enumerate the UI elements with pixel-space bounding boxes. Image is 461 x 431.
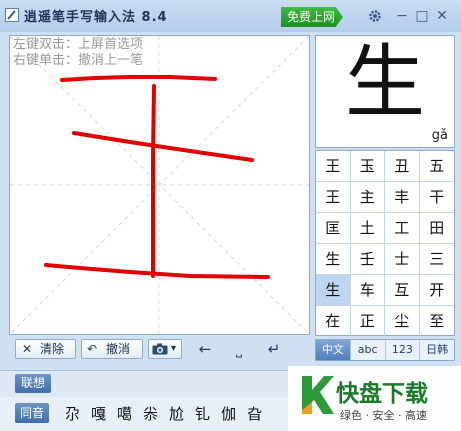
candidate-cell[interactable]: 士	[385, 244, 420, 275]
chevron-down-icon: ▾	[171, 343, 177, 354]
stroke-1	[60, 75, 217, 82]
homophone-char[interactable]: 伽	[221, 403, 236, 425]
candidate-cell[interactable]: 三	[419, 244, 454, 275]
handwriting-ime-window: 逍遥笔手写输入法 8.4 免费上网 − □ ✕ 左键双击：上屏首选项 右键单击：…	[0, 0, 461, 431]
candidate-cell[interactable]: 五	[419, 151, 454, 182]
candidate-cell[interactable]: 正	[351, 306, 385, 336]
candidate-cell[interactable]: 工	[385, 213, 420, 244]
pad-hint: 左键双击：上屏首选项 右键单击：撤消上一笔	[13, 37, 143, 69]
candidate-cell[interactable]: 车	[350, 275, 385, 306]
settings-gear-icon[interactable]	[367, 8, 383, 24]
candidate-cell[interactable]: 主	[350, 182, 385, 213]
app-icon	[5, 8, 19, 22]
free-online-button[interactable]: 免费上网	[281, 7, 343, 27]
undo-button[interactable]: ↶ 撤消	[81, 339, 143, 359]
stroke-2	[151, 84, 156, 278]
site-watermark: 快盘下载 绿色 · 安全 · 高速	[288, 366, 461, 431]
undo-label: 撤消	[106, 342, 131, 356]
candidate-cell[interactable]: 王	[316, 151, 351, 182]
clear-button[interactable]: ✕ 清除	[15, 339, 76, 359]
candidate-cell[interactable]: 尘	[385, 306, 420, 336]
association-button[interactable]: 联想	[15, 374, 52, 393]
handwriting-pad[interactable]: 左键双击：上屏首选项 右键单击：撤消上一笔	[9, 35, 310, 335]
stroke-3	[72, 131, 254, 162]
candidate-cell[interactable]: 生	[316, 275, 351, 306]
minimize-button[interactable]: −	[394, 8, 410, 24]
candidate-cell[interactable]: 匡	[316, 213, 351, 244]
candidate-cell[interactable]: 丰	[385, 182, 420, 213]
candidate-cell[interactable]: 生	[316, 244, 351, 275]
candidate-cell[interactable]: 王	[316, 182, 351, 213]
candidate-cell[interactable]: 丑	[385, 151, 420, 182]
undo-icon: ↶	[87, 342, 98, 356]
maximize-button[interactable]: □	[414, 8, 430, 24]
homophone-char[interactable]: 尕	[65, 403, 80, 425]
homophone-char[interactable]: 钆	[195, 403, 210, 425]
candidate-cell[interactable]: 开	[419, 275, 454, 306]
stroke-canvas[interactable]	[10, 36, 309, 334]
mode-japanese-korean[interactable]: 日韩	[420, 340, 454, 360]
enter-icon[interactable]: ↵	[262, 339, 286, 359]
window-title: 逍遥笔手写输入法 8.4	[24, 10, 168, 25]
watermark-title: 快盘下载	[336, 381, 428, 407]
homophone-char[interactable]: 尜	[143, 403, 158, 425]
candidate-cell[interactable]: 干	[419, 182, 454, 213]
homophone-button[interactable]: 同音	[15, 403, 50, 423]
candidate-cell[interactable]: 玉	[350, 151, 385, 182]
mode-abc[interactable]: abc	[351, 340, 386, 360]
homophone-char[interactable]: 嘎	[91, 403, 106, 425]
stroke-4	[44, 263, 270, 279]
mode-bar: 中文 abc 123 日韩	[315, 339, 455, 361]
hint-line-2: 右键单击：撤消上一笔	[13, 53, 144, 68]
title-bar[interactable]: 逍遥笔手写输入法 8.4 免费上网 − □ ✕	[0, 0, 461, 32]
hint-line-1: 左键双击：上屏首选项	[13, 37, 144, 52]
close-x-icon: ✕	[22, 342, 33, 356]
mode-chinese[interactable]: 中文	[316, 340, 351, 360]
camera-icon	[152, 343, 168, 355]
candidate-cell[interactable]: 至	[420, 306, 455, 336]
candidate-cell[interactable]: 田	[419, 213, 454, 244]
homophone-char[interactable]: 噶	[117, 403, 132, 425]
candidate-cell[interactable]: 在	[316, 306, 351, 336]
homophone-char[interactable]: 旮	[247, 403, 262, 425]
watermark-subtitle: 绿色 · 安全 · 高速	[340, 409, 427, 422]
candidate-cell[interactable]: 土	[350, 213, 385, 244]
candidate-grid: 王玉丑五王主丰干匡土工田生壬士三生车互开在正尘至	[315, 150, 455, 336]
recognized-preview: 生 gǎ	[315, 35, 455, 148]
watermark-logo	[302, 376, 334, 414]
clear-label: 清除	[40, 342, 65, 356]
preview-pinyin: gǎ	[431, 128, 448, 143]
preview-char: 生	[345, 36, 425, 129]
camera-button[interactable]: ▾	[148, 339, 182, 359]
mode-123[interactable]: 123	[386, 340, 421, 360]
ink-strokes	[44, 75, 270, 279]
left-arrow-icon[interactable]: ←	[193, 339, 217, 359]
candidate-cell[interactable]: 互	[385, 275, 420, 306]
candidate-cell[interactable]: 壬	[350, 244, 385, 275]
pad-guides	[10, 36, 309, 334]
homophone-char[interactable]: 尬	[169, 403, 184, 425]
close-button[interactable]: ✕	[434, 8, 450, 24]
space-icon[interactable]: ⎵	[227, 339, 251, 359]
